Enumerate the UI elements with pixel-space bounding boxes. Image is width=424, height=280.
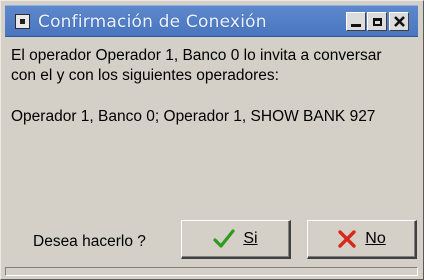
close-icon <box>393 16 405 27</box>
question-label: Desea hacerlo ? <box>33 233 146 250</box>
maximize-button[interactable] <box>367 12 387 31</box>
confirmation-dialog: Confirmación de Conexión El operador Ope… <box>0 0 424 280</box>
message-line-1: El operador Operador 1, Banco 0 lo invit… <box>11 47 382 64</box>
invitation-message: El operador Operador 1, Banco 0 lo invit… <box>11 46 421 86</box>
close-button[interactable] <box>389 12 409 31</box>
yes-button-label: Si <box>243 230 258 247</box>
minimize-icon <box>351 24 361 27</box>
message-line-2: con el y con los siguientes operadores: <box>11 67 279 84</box>
status-bar <box>5 267 418 276</box>
yes-button[interactable]: Si <box>181 220 291 259</box>
checkmark-icon <box>213 229 235 248</box>
operators-list: Operador 1, Banco 0; Operador 1, SHOW BA… <box>11 108 376 125</box>
no-button-label: No <box>365 230 386 247</box>
minimize-button[interactable] <box>346 12 366 31</box>
maximize-icon <box>372 17 382 26</box>
title-bar[interactable]: Confirmación de Conexión <box>5 5 418 37</box>
window-title: Confirmación de Conexión <box>38 12 267 32</box>
window-menu-icon[interactable] <box>15 14 30 29</box>
x-icon <box>338 230 356 248</box>
no-button[interactable]: No <box>307 220 417 259</box>
